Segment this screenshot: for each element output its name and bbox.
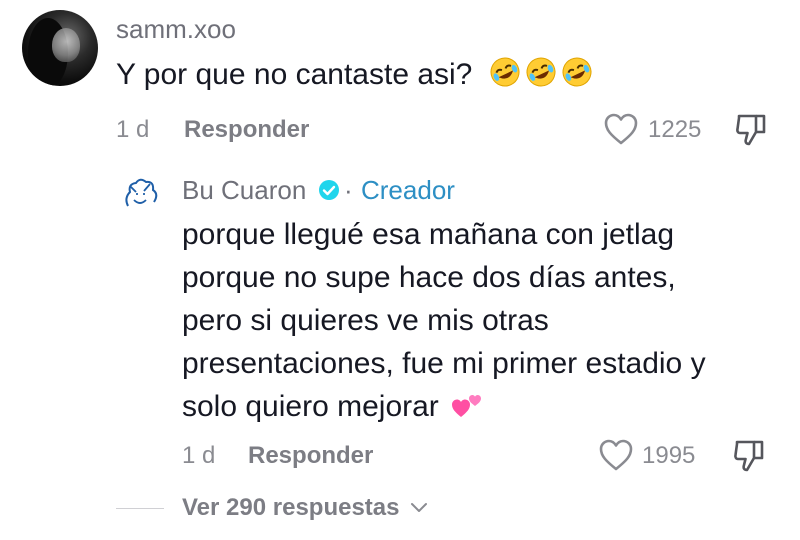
view-replies-label: Ver 290 respuestas bbox=[182, 494, 400, 521]
creator-badge: Creador bbox=[361, 175, 455, 205]
comment-timestamp: 1 d bbox=[116, 116, 150, 143]
comment-text: Y por que no cantaste asi? bbox=[116, 56, 593, 96]
comment-text-content: Y por que no cantaste asi? bbox=[116, 58, 473, 91]
reply-text-line: presentaciones, fue mi primer estadio y bbox=[182, 347, 706, 380]
reply-username[interactable]: Bu Cuaron bbox=[182, 175, 306, 206]
comment-username[interactable]: samm.xoo bbox=[116, 14, 236, 45]
separator-dot: · bbox=[344, 175, 353, 205]
like-count: 1995 bbox=[642, 442, 696, 469]
verified-badge-icon bbox=[319, 180, 339, 200]
rolling-on-floor-laughing-icon bbox=[562, 57, 592, 87]
rolling-on-floor-laughing-icon bbox=[490, 57, 520, 87]
emoji-group bbox=[485, 56, 593, 96]
reply-text-line: pero si quieres ve mis otras bbox=[182, 304, 549, 337]
avatar[interactable] bbox=[22, 10, 98, 86]
reply-text-line: solo quiero mejorar bbox=[182, 390, 485, 424]
reply-button[interactable]: Responder bbox=[248, 442, 373, 470]
two-hearts-icon bbox=[452, 395, 482, 417]
dislike-icon[interactable] bbox=[734, 112, 768, 148]
heart-icon[interactable] bbox=[598, 438, 634, 472]
heart-icon[interactable] bbox=[603, 112, 639, 146]
reply-timestamp: 1 d bbox=[182, 442, 216, 469]
dislike-icon[interactable] bbox=[732, 438, 766, 474]
view-replies-button[interactable]: Ver 290 respuestas bbox=[182, 494, 428, 522]
like-count: 1225 bbox=[648, 116, 702, 143]
reply-text-line: porque llegué esa mañana con jetlag bbox=[182, 218, 675, 251]
avatar[interactable] bbox=[116, 172, 164, 220]
reply-text-line: porque no supe hace dos días antes, bbox=[182, 261, 676, 294]
rolling-on-floor-laughing-icon bbox=[526, 57, 556, 87]
reply-button[interactable]: Responder bbox=[184, 116, 309, 144]
chevron-down-icon bbox=[411, 503, 428, 512]
reply-text-content: solo quiero mejorar bbox=[182, 390, 439, 423]
thread-divider bbox=[116, 508, 164, 509]
